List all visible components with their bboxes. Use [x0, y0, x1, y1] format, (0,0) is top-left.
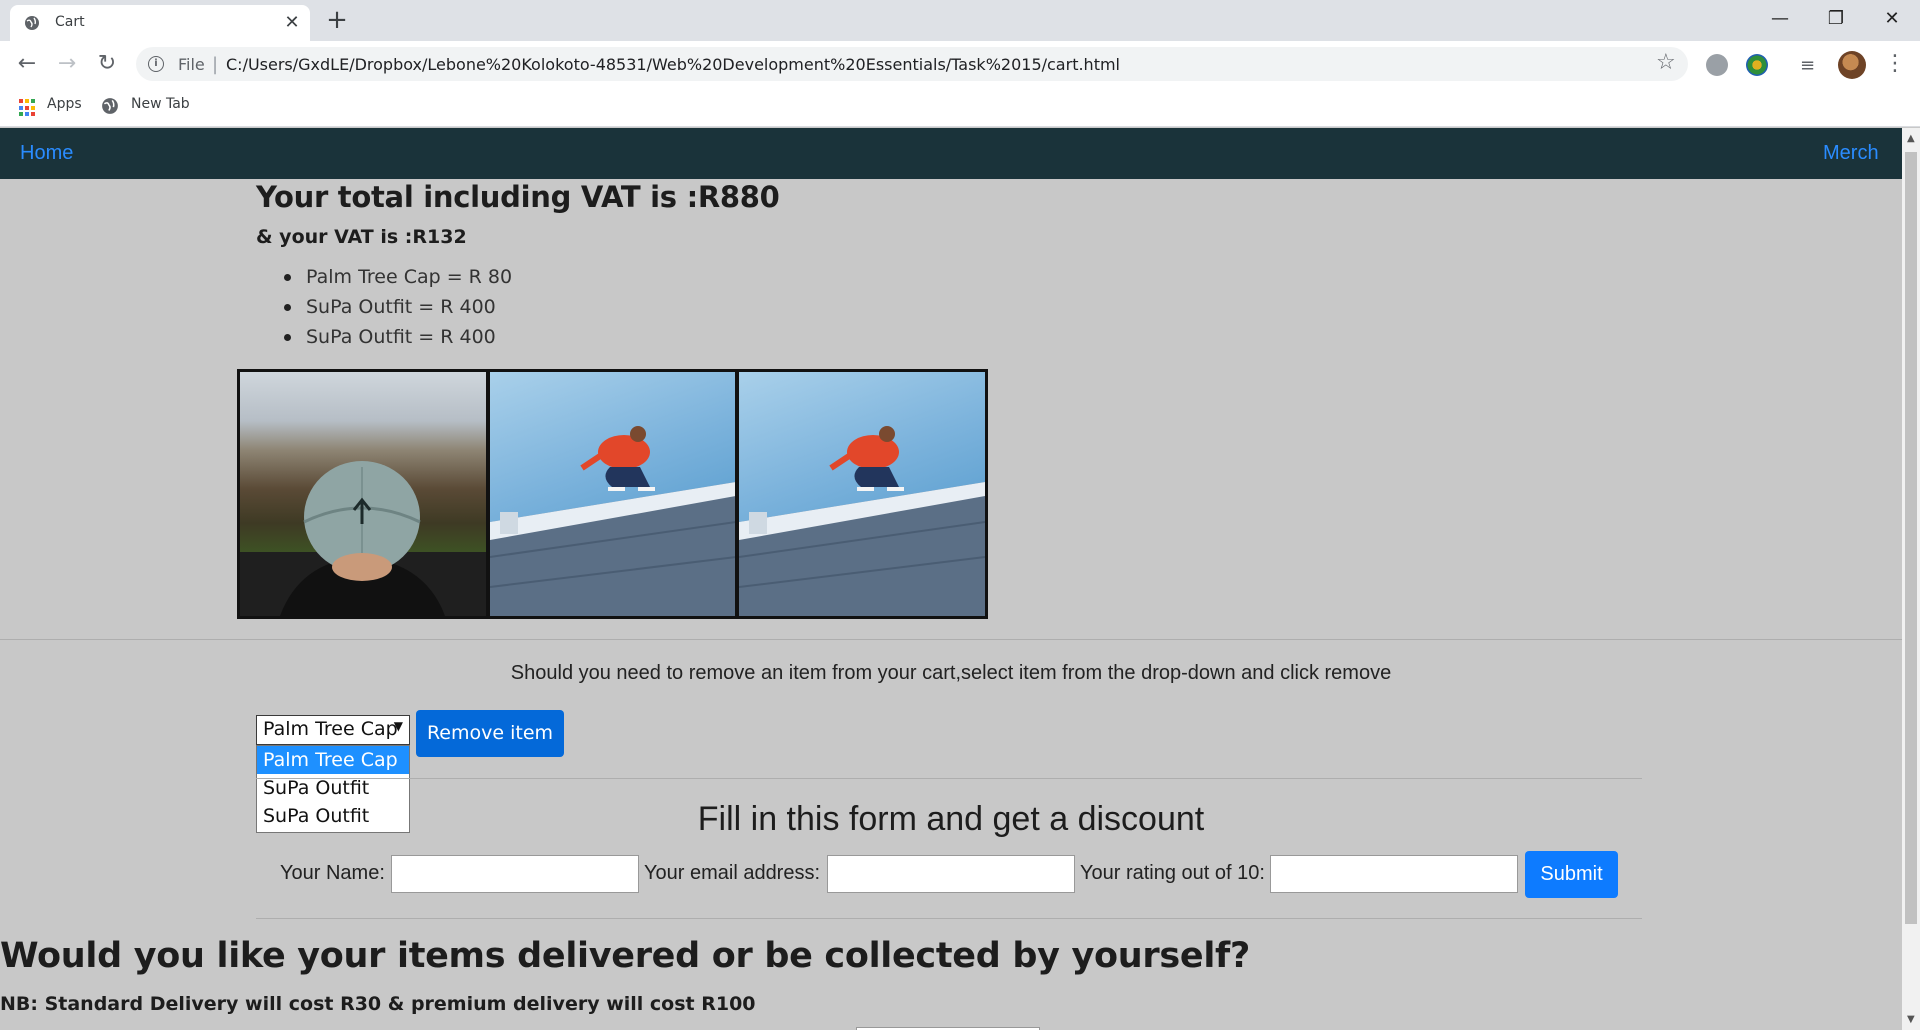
supa-outfit-image	[489, 372, 736, 616]
tab-close-icon[interactable]: ✕	[280, 11, 304, 35]
cart-total-heading: Your total including VAT is :R880	[256, 180, 780, 214]
tab-title: Cart	[55, 14, 85, 30]
delivery-question: Would you like your items delivered or b…	[0, 936, 1250, 976]
section-divider	[256, 918, 1642, 919]
cart-item-list: Palm Tree Cap = R 80 SuPa Outfit = R 400…	[284, 262, 512, 352]
scroll-thumb[interactable]	[1905, 152, 1917, 924]
forward-icon[interactable]: →	[52, 49, 82, 79]
media-control-icon[interactable]: ≡	[1800, 55, 1815, 76]
remove-item-select[interactable]: Palm Tree Cap ▼	[256, 715, 410, 745]
back-icon[interactable]: ←	[12, 49, 42, 79]
extension-icon[interactable]	[1706, 54, 1728, 76]
cart-item: SuPa Outfit = R 400	[284, 322, 512, 352]
nav-home-link[interactable]: Home	[20, 142, 73, 165]
minimize-icon[interactable]: —	[1752, 0, 1808, 40]
restore-icon[interactable]: ❐	[1808, 0, 1864, 40]
scroll-up-icon[interactable]: ▲	[1907, 133, 1915, 144]
scheme-separator: |	[212, 54, 219, 75]
section-divider	[256, 778, 1642, 779]
discount-form-title: Fill in this form and get a discount	[697, 800, 1205, 838]
supa-outfit-image	[739, 372, 986, 616]
chevron-down-icon: ▼	[393, 719, 403, 733]
scheme-label: File	[178, 55, 205, 74]
rating-input[interactable]	[1270, 855, 1518, 893]
cart-image-gallery	[237, 369, 988, 619]
extension-globe-icon[interactable]	[1746, 54, 1768, 76]
profile-avatar[interactable]	[1838, 51, 1866, 79]
remove-instructions: Should you need to remove an item from y…	[510, 662, 1392, 684]
section-divider	[0, 639, 1902, 640]
bookmark-star-icon[interactable]: ☆	[1656, 50, 1676, 75]
delivery-note: NB: Standard Delivery will cost R30 & pr…	[0, 993, 756, 1015]
globe-icon	[102, 98, 118, 114]
email-label: Your email address:	[644, 862, 821, 884]
new-tab-button[interactable]: +	[322, 6, 352, 36]
globe-icon	[25, 16, 39, 30]
nav-merch-link[interactable]: Merch	[1823, 142, 1879, 165]
name-input[interactable]	[391, 855, 639, 893]
tab-strip: Cart ✕ + — ❐ ✕	[0, 0, 1920, 41]
more-menu-icon[interactable]: ⋮	[1884, 51, 1906, 76]
submit-button[interactable]: Submit	[1525, 851, 1618, 898]
address-bar[interactable]: i File | C:/Users/GxdLE/Dropbox/Lebone%2…	[136, 47, 1688, 81]
page-viewport: Home Merch Your total including VAT is :…	[0, 128, 1902, 1030]
cart-vat-text: & your VAT is :R132	[256, 226, 467, 248]
bookmark-apps[interactable]: Apps	[47, 96, 82, 112]
name-label: Your Name:	[280, 862, 385, 884]
remove-item-button[interactable]: Remove item	[416, 710, 564, 757]
browser-tab[interactable]: Cart ✕	[10, 5, 310, 41]
cart-item: SuPa Outfit = R 400	[284, 292, 512, 322]
vertical-scrollbar[interactable]: ▲ ▼	[1902, 128, 1920, 1030]
email-input[interactable]	[827, 855, 1075, 893]
palm-tree-cap-image	[240, 372, 486, 616]
scroll-down-icon[interactable]: ▼	[1907, 1014, 1915, 1025]
select-value: Palm Tree Cap	[263, 718, 398, 740]
reload-icon[interactable]: ↻	[92, 49, 122, 79]
apps-icon[interactable]	[19, 99, 37, 117]
close-window-icon[interactable]: ✕	[1864, 0, 1920, 40]
browser-toolbar: ← → ↻ i File | C:/Users/GxdLE/Dropbox/Le…	[0, 41, 1920, 87]
site-navbar: Home Merch	[0, 128, 1902, 179]
url-text[interactable]: C:/Users/GxdLE/Dropbox/Lebone%20Kolokoto…	[226, 55, 1120, 74]
rating-label: Your rating out of 10:	[1080, 862, 1265, 884]
bookmarks-bar: Apps New Tab	[0, 87, 1920, 127]
dropdown-option[interactable]: Palm Tree Cap	[257, 746, 409, 774]
info-icon[interactable]: i	[148, 56, 164, 72]
cart-item: Palm Tree Cap = R 80	[284, 262, 512, 292]
bookmark-new-tab[interactable]: New Tab	[131, 96, 190, 112]
